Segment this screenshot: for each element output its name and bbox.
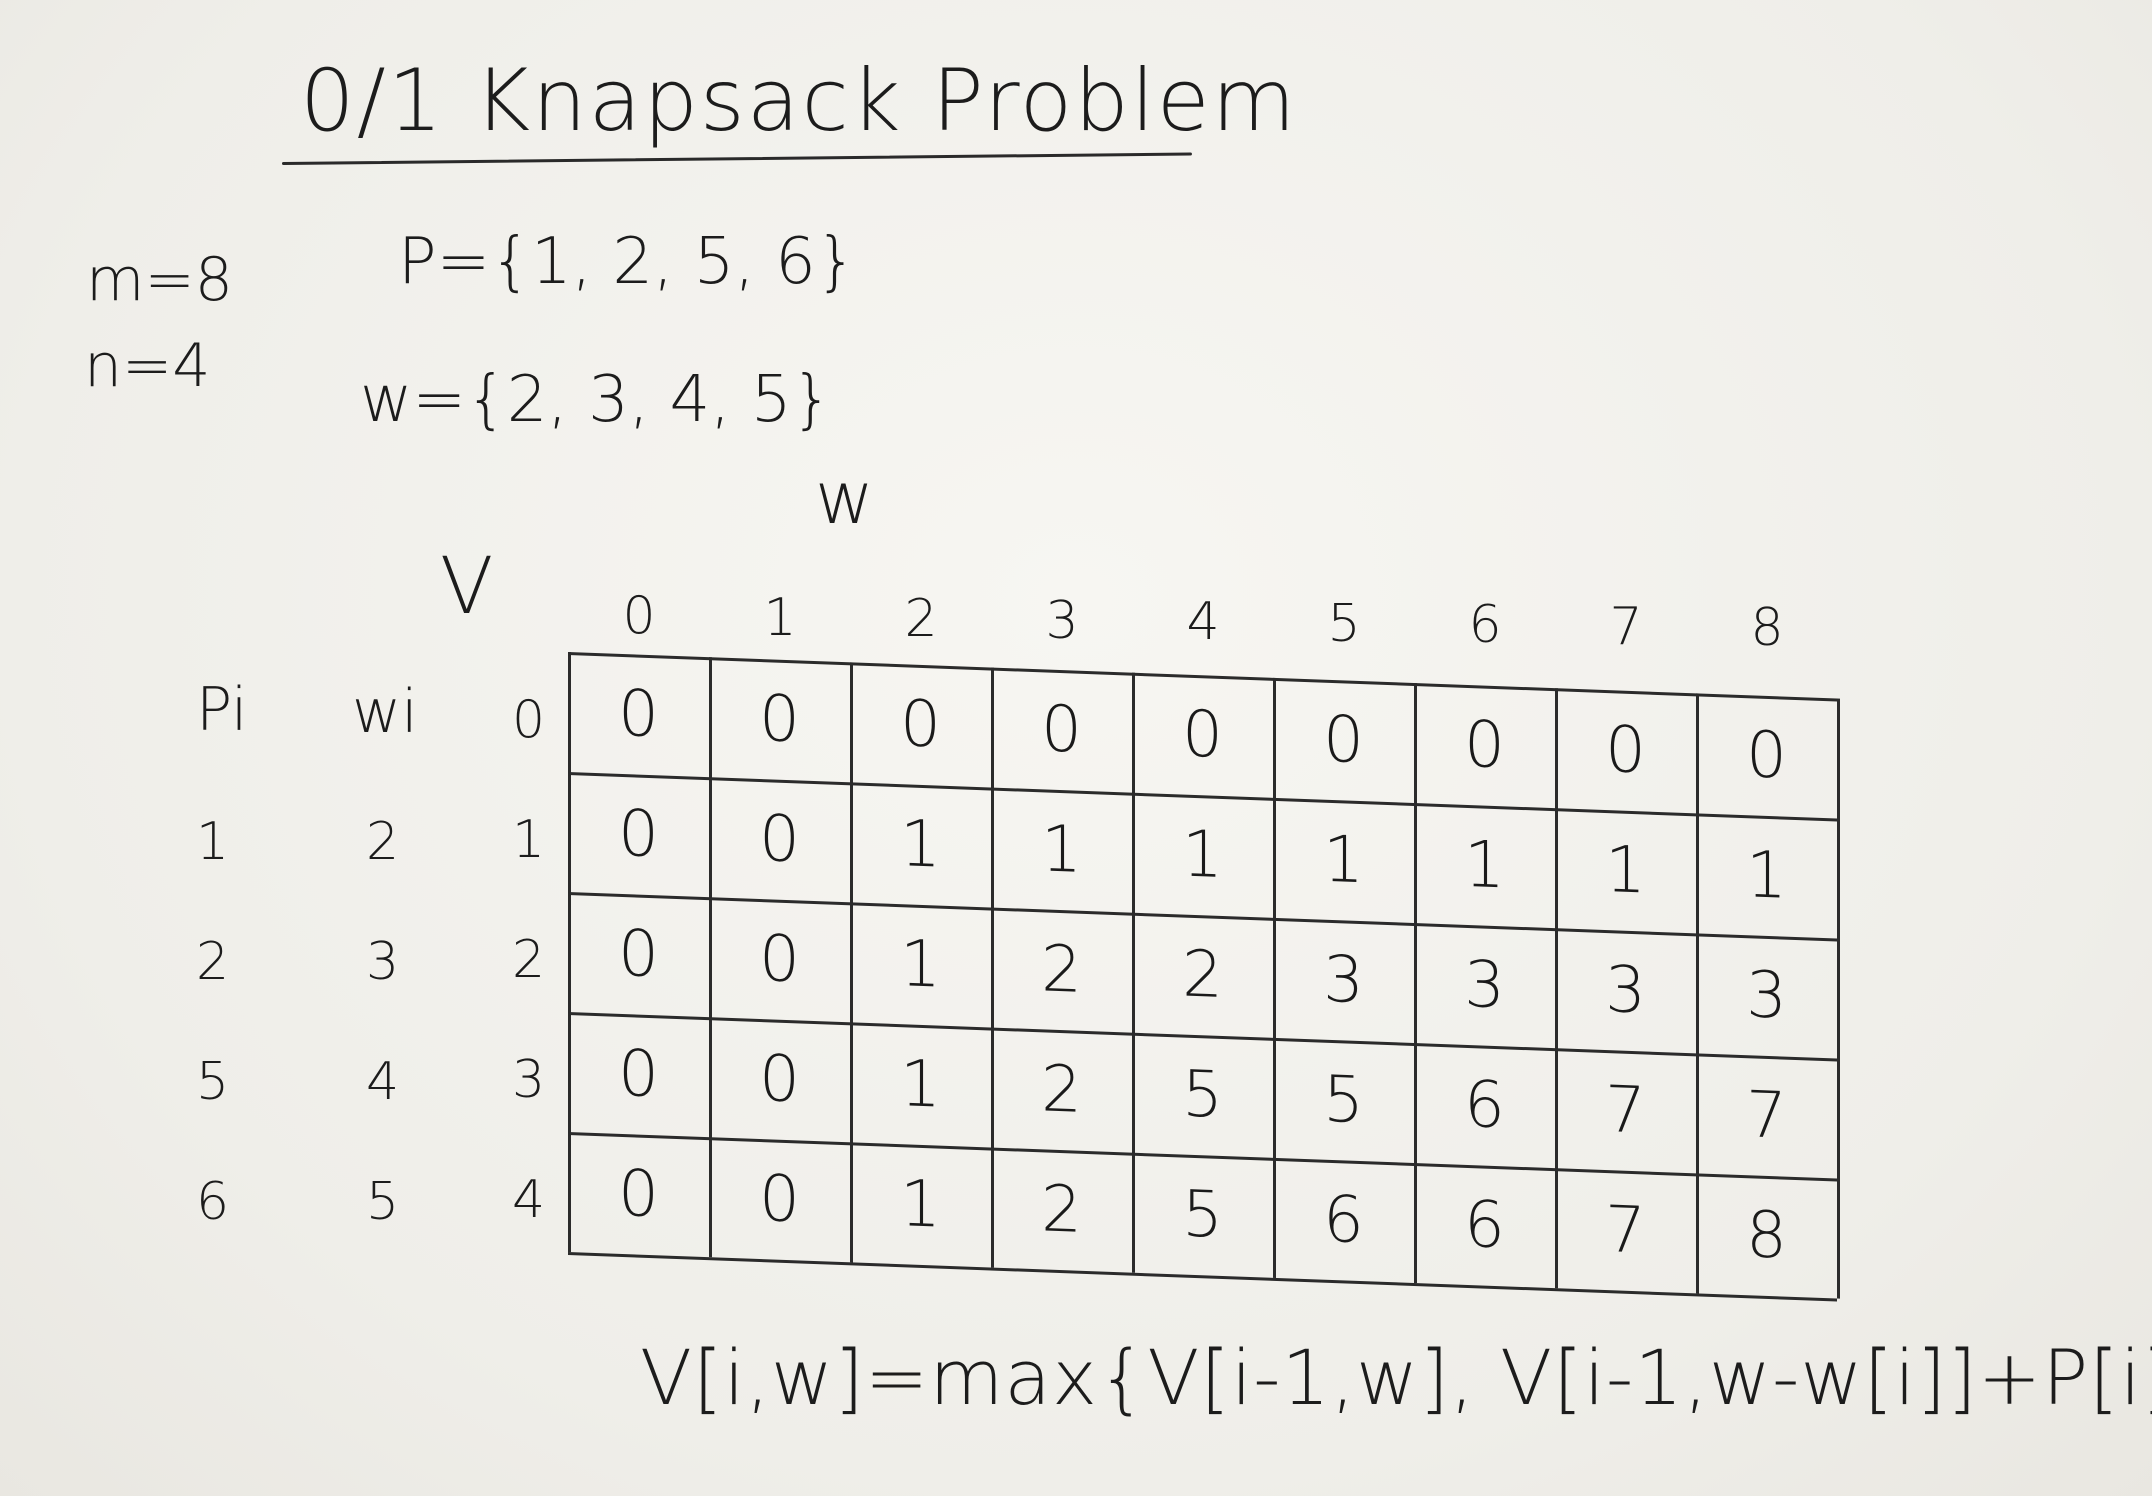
table-cell: 0 <box>618 916 659 993</box>
column-axis-label: w <box>815 456 874 540</box>
table-label: V <box>440 542 494 632</box>
dp-table: 0 0 0 0 0 0 0 0 0 0 0 1 1 1 1 1 1 1 0 0 1 2 2 3 3 3 3 0 0 1 2 5 5 6 7 7 0 0 1 2… <box>568 652 1840 1302</box>
column-header-w5: 5 <box>1327 593 1361 654</box>
table-cell: 0 <box>759 802 800 878</box>
table-cell: 2 <box>1182 937 1223 1014</box>
table-cell: 5 <box>1323 1062 1364 1139</box>
table-cell: 2 <box>1041 1052 1082 1128</box>
capacity-m: m=8 <box>86 245 233 315</box>
table-cell: 0 <box>759 1162 800 1238</box>
table-cell: 0 <box>900 687 941 763</box>
table-cell: 0 <box>1464 707 1505 784</box>
table-cell: 0 <box>618 1156 659 1233</box>
profit-value: 5 <box>196 1052 230 1112</box>
table-cell: 0 <box>1605 713 1646 789</box>
table-cell: 7 <box>1605 1073 1646 1149</box>
profit-column-header: Pi <box>196 675 248 745</box>
table-cell: 1 <box>900 1047 941 1123</box>
table-cell: 0 <box>1323 702 1364 779</box>
item-count-n: n=4 <box>84 331 211 401</box>
column-header-w7: 7 <box>1609 596 1643 657</box>
table-cell: 3 <box>1605 953 1646 1029</box>
table-cell: 0 <box>1041 692 1082 768</box>
table-cell: 7 <box>1605 1193 1646 1269</box>
title-underline <box>281 152 1192 165</box>
table-cell: 0 <box>1182 697 1223 774</box>
table-cell: 1 <box>900 807 941 883</box>
weights-set: w={2, 3, 4, 5} <box>360 363 833 437</box>
column-header-w8: 8 <box>1750 598 1784 658</box>
table-cell: 0 <box>618 676 659 753</box>
table-cell: 6 <box>1323 1182 1364 1259</box>
row-index-i4: 4 <box>512 1170 546 1230</box>
column-header-w0: 0 <box>622 586 656 646</box>
weight-column-header: wi <box>352 677 418 747</box>
table-cell: 0 <box>618 1036 659 1113</box>
table-cell: 5 <box>1182 1177 1223 1254</box>
column-header-w2: 2 <box>904 589 938 649</box>
table-cell: 1 <box>1746 838 1787 914</box>
table-cell: 0 <box>1746 718 1787 794</box>
profits-set: P={1, 2, 5, 6} <box>398 225 857 299</box>
table-cell: 0 <box>759 682 800 758</box>
column-header-w4: 4 <box>1186 592 1220 652</box>
table-cell: 6 <box>1464 1067 1505 1144</box>
table-cell: 3 <box>1323 942 1364 1019</box>
table-cell: 5 <box>1182 1057 1223 1134</box>
column-header-w1: 1 <box>763 587 797 648</box>
table-cell: 1 <box>1182 817 1223 894</box>
recurrence-formula: V[i,w]=max{V[i-1,w], V[i-1,w-w[i]]+P[i]} <box>640 1333 2152 1422</box>
table-cell: 7 <box>1746 1078 1787 1154</box>
table-cell: 6 <box>1464 1187 1505 1264</box>
table-cell: 2 <box>1041 932 1082 1008</box>
whiteboard: 0/1 Knapsack Problem m=8 n=4 P={1, 2, 5,… <box>0 0 2152 1496</box>
table-cell: 1 <box>1464 827 1505 904</box>
table-cell: 2 <box>1041 1172 1082 1248</box>
table-cell: 1 <box>1605 833 1646 909</box>
column-header-w3: 3 <box>1045 590 1079 651</box>
profit-value: 1 <box>196 812 230 872</box>
weight-value: 5 <box>366 1172 400 1232</box>
profit-value: 2 <box>196 932 230 992</box>
table-cell: 1 <box>1323 822 1364 899</box>
table-cell: 1 <box>900 927 941 1003</box>
table-cell: 1 <box>1041 812 1082 888</box>
weight-value: 3 <box>366 932 400 992</box>
row-index-i3: 3 <box>512 1050 546 1110</box>
table-cell: 1 <box>900 1167 941 1243</box>
table-cell: 0 <box>759 922 800 998</box>
table-cell: 0 <box>618 796 659 873</box>
table-cell: 8 <box>1746 1198 1787 1274</box>
weight-value: 4 <box>366 1052 400 1112</box>
grid-vertical-line <box>1837 698 1840 1299</box>
page-title: 0/1 Knapsack Problem <box>300 51 1298 151</box>
row-index-i0: 0 <box>512 690 546 750</box>
profit-value: 6 <box>196 1172 230 1232</box>
table-cell: 3 <box>1464 947 1505 1024</box>
table-cell: 3 <box>1746 958 1787 1034</box>
weight-value: 2 <box>366 812 400 872</box>
column-header-w6: 6 <box>1468 595 1502 655</box>
table-cell: 0 <box>759 1042 800 1118</box>
row-index-i1: 1 <box>512 810 546 870</box>
row-index-i2: 2 <box>512 930 546 990</box>
